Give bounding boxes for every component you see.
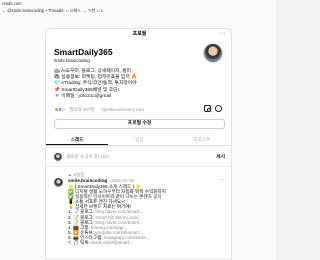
post-avatar[interactable]	[54, 178, 63, 187]
post-link[interactable]: tiktok.com/@smart...	[91, 240, 133, 245]
composer-input[interactable]: 새로운 소식이 있나요?	[66, 154, 109, 160]
post-date: 2025-04-06	[110, 178, 135, 183]
post-line-text: 7. 🎵 틱톡:	[68, 240, 92, 246]
followers-row[interactable]: 팔로워 107명 bjonthread.tistory.com	[54, 106, 144, 113]
page-title: 프로필	[132, 31, 147, 37]
follower-avatar	[61, 107, 66, 112]
composer-avatar	[54, 153, 62, 161]
address-bar[interactable]: reads.com	[2, 1, 22, 7]
tab-threads[interactable]: 스레드	[46, 135, 109, 145]
post-header: smile.braincoding 2025-04-06	[68, 178, 134, 183]
post-body: 🌟 [ SmartDaily365 소개 스레드 ] 🌟 ✅ 디지털 생활 노하우…	[68, 184, 228, 245]
followers-count[interactable]: 팔로워 107명	[70, 107, 95, 113]
follower-avatars	[54, 107, 66, 112]
pinned-text: 고정됨	[72, 172, 85, 177]
tab-replies[interactable]: 답글	[108, 135, 170, 145]
post-username[interactable]: smile.braincoding	[68, 178, 107, 183]
profile-name: SmartDaily365	[54, 47, 113, 57]
instagram-icon[interactable]	[204, 105, 211, 112]
more-icon[interactable]: ⋯	[219, 29, 225, 39]
post-button[interactable]: 게시	[216, 153, 225, 160]
profile-card: 프로필 ⋯ SmartDaily365 smile.braincoding 🤖 …	[45, 28, 232, 260]
browser-window: reads.com ← @smile.braincoding • Threads…	[0, 0, 276, 260]
edit-profile-button[interactable]: 프로필 수정	[54, 119, 225, 129]
profile-handle: smile.braincoding	[54, 58, 90, 63]
post-line: 7. 🎵 틱톡: tiktok.com/@smart...	[68, 240, 228, 245]
pin-icon: ▲	[68, 172, 72, 177]
pinned-post: ▲고정됨 smile.braincoding 2025-04-06 ⋯ 🌟 [ …	[46, 169, 231, 259]
profile-link[interactable]: bjonthread.tistory.com	[101, 107, 144, 112]
bio-line: 📧 이메일 : jcso21c@gmail	[54, 93, 112, 99]
avatar[interactable]	[203, 43, 223, 63]
tab-reposts[interactable]: 리포스트	[171, 135, 231, 145]
profile-bio: 🤖 AI도우미, 블로그, 상세페이지, 홈피 📚 실용정보: 마케팅, 업무이…	[54, 69, 204, 100]
breadcrumb: ← @smile.braincoding • Threads: ㄴㄵ해ㅈ → ㄲ…	[2, 8, 105, 13]
post-more-icon[interactable]: ⋯	[220, 177, 225, 183]
threads-icon[interactable]	[215, 105, 222, 112]
composer: 새로운 소식이 있나요? 게시	[46, 147, 231, 167]
profile-tabs: 스레드 답글 리포스트	[46, 135, 231, 146]
